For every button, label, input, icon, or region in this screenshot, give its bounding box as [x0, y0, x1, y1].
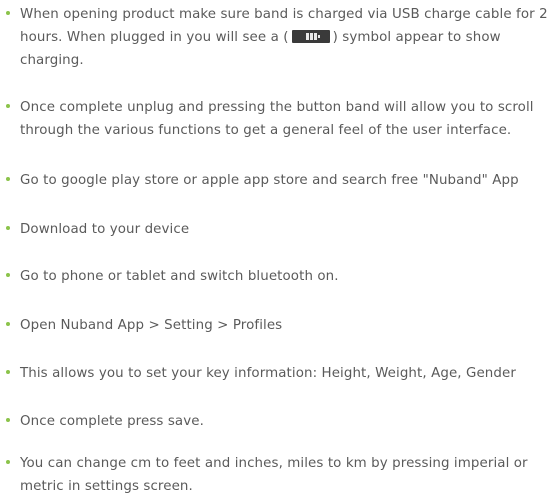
instructions-document: When opening product make sure band is c…	[0, 0, 557, 500]
list-item-text: Open Nuband App > Setting > Profiles	[20, 318, 283, 333]
list-item-text: Once complete press save.	[20, 414, 204, 429]
bullet-icon	[6, 273, 10, 277]
list-item-text: Go to phone or tablet and switch bluetoo…	[20, 269, 339, 284]
list-item-text: Download to your device	[20, 222, 190, 237]
battery-charging-icon	[291, 30, 330, 43]
list-item-text: When opening product make sure band is c…	[20, 3, 554, 72]
bullet-icon	[6, 226, 10, 230]
list-item-text: Go to google play store or apple app sto…	[20, 173, 519, 188]
list-item: Once complete press save.	[6, 410, 554, 433]
list-item-text: You can change cm to feet and inches, mi…	[20, 456, 528, 494]
list-item: Open Nuband App > Setting > Profiles	[6, 314, 554, 337]
list-item: Download to your device	[6, 218, 554, 241]
bullet-icon	[6, 11, 10, 15]
list-item: Once complete unplug and pressing the bu…	[6, 96, 554, 142]
bullet-icon	[6, 104, 10, 108]
bullet-icon	[6, 370, 10, 374]
list-item: Go to phone or tablet and switch bluetoo…	[6, 265, 554, 288]
list-item-text: Once complete unplug and pressing the bu…	[20, 100, 534, 138]
list-item: Go to google play store or apple app sto…	[6, 169, 554, 192]
bullet-icon	[6, 418, 10, 422]
list-item: You can change cm to feet and inches, mi…	[6, 452, 554, 498]
list-item: This allows you to set your key informat…	[6, 362, 554, 385]
list-item: When opening product make sure band is c…	[6, 3, 554, 72]
bullet-icon	[6, 322, 10, 326]
bullet-icon	[6, 177, 10, 181]
list-item-text: This allows you to set your key informat…	[20, 366, 516, 381]
bullet-icon	[6, 460, 10, 464]
